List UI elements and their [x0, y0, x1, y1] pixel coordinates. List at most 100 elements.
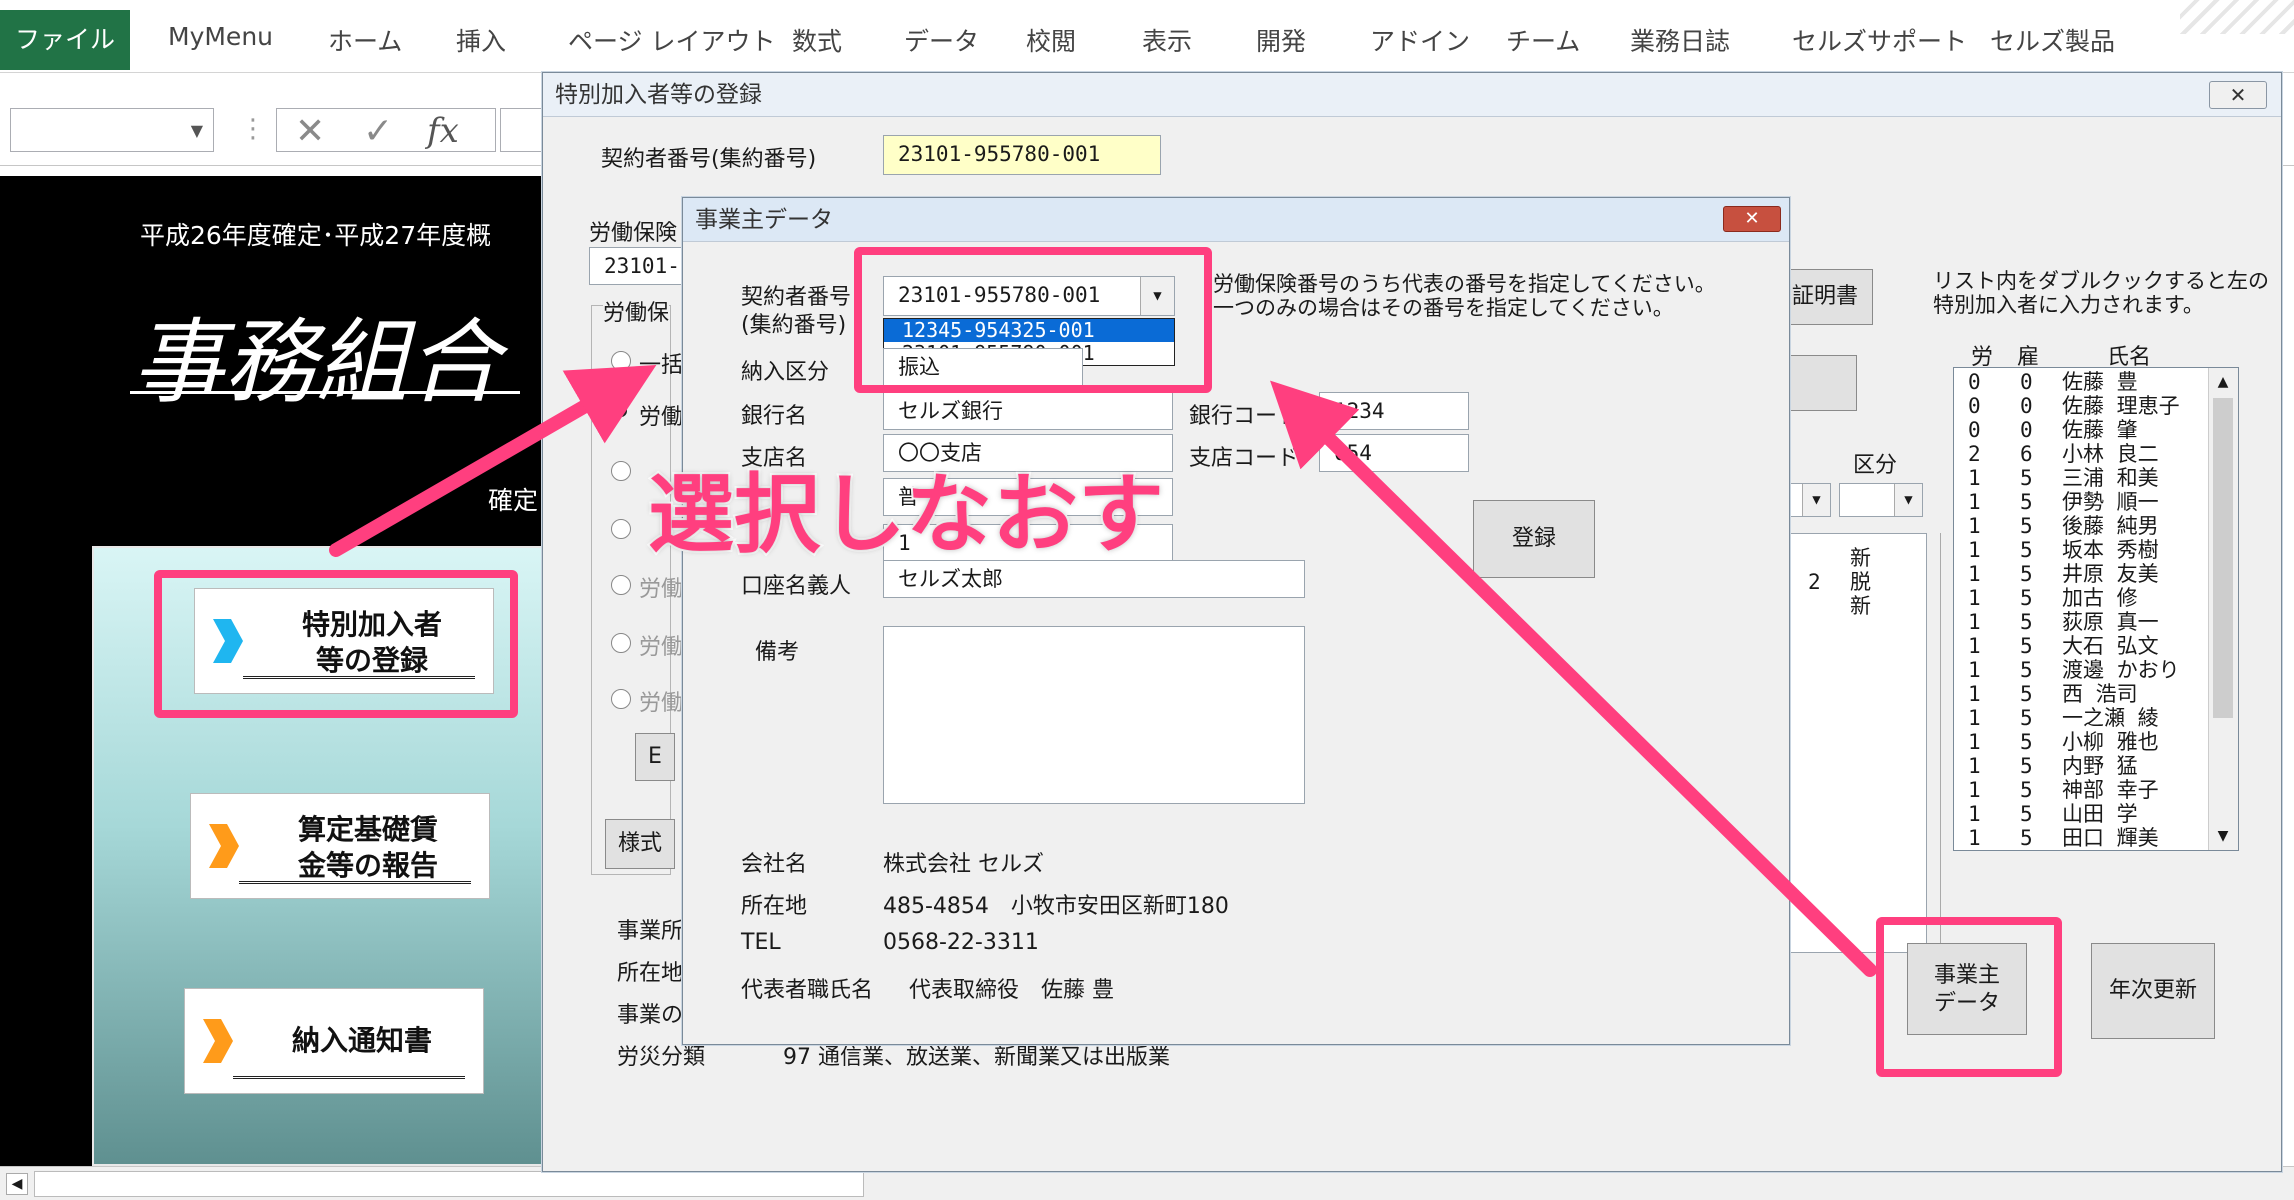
- scroll-up-icon[interactable]: ▲: [2211, 370, 2235, 394]
- member-rou[interactable]: 1: [1968, 490, 1981, 514]
- member-rou[interactable]: 1: [1968, 658, 1981, 682]
- member-koyo[interactable]: 5: [2020, 778, 2033, 802]
- member-rou[interactable]: 1: [1968, 586, 1981, 610]
- wage-report-button[interactable]: 算定基礎賃 金等の報告: [190, 793, 490, 899]
- scroll-down-icon[interactable]: ▼: [2211, 824, 2235, 848]
- annual-update-button[interactable]: 年次更新: [2091, 943, 2215, 1039]
- ribbon-tab-review[interactable]: 校閲: [1026, 22, 1076, 58]
- branch-code-field[interactable]: 654: [1319, 434, 1469, 472]
- formula-input[interactable]: [500, 108, 544, 152]
- scroll-thumb[interactable]: [2213, 398, 2233, 718]
- payment-notice-button[interactable]: 納入通知書: [184, 988, 484, 1094]
- member-koyo[interactable]: 5: [2020, 706, 2033, 730]
- member-koyo[interactable]: 5: [2020, 658, 2033, 682]
- member-rou[interactable]: 0: [1968, 418, 1981, 442]
- member-koyo[interactable]: 5: [2020, 562, 2033, 586]
- member-koyo[interactable]: 5: [2020, 730, 2033, 754]
- radio-option[interactable]: [611, 689, 631, 709]
- ribbon-tab-developer[interactable]: 開発: [1256, 22, 1306, 58]
- member-name[interactable]: 荻原 真一: [2062, 610, 2159, 634]
- member-rou[interactable]: 1: [1968, 802, 1981, 826]
- member-name[interactable]: 佐藤 理恵子: [2062, 394, 2180, 418]
- member-rou[interactable]: 2: [1968, 442, 1981, 466]
- member-koyo[interactable]: 0: [2020, 394, 2033, 418]
- ribbon-tab-formulas[interactable]: 数式: [792, 22, 842, 58]
- ribbon-tab-mymenu[interactable]: MyMenu: [168, 22, 273, 51]
- member-name[interactable]: 小柳 雅也: [2062, 730, 2159, 754]
- ribbon-tab-page-layout[interactable]: ページ レイアウト: [568, 22, 775, 58]
- cancel-icon[interactable]: ✕: [295, 111, 325, 152]
- name-box[interactable]: ▼: [10, 108, 214, 152]
- member-rou[interactable]: 1: [1968, 466, 1981, 490]
- kubun-combo-left[interactable]: ▼: [1787, 483, 1831, 517]
- ribbon-tab-business-diary[interactable]: 業務日誌: [1630, 22, 1730, 58]
- member-koyo[interactable]: 0: [2020, 370, 2033, 394]
- member-rou[interactable]: 1: [1968, 514, 1981, 538]
- member-name[interactable]: 佐藤 豊: [2062, 370, 2138, 394]
- radio-option[interactable]: [611, 633, 631, 653]
- member-name[interactable]: 一之瀬 綾: [2062, 706, 2159, 730]
- member-name[interactable]: 渡邊 かおり: [2062, 658, 2180, 682]
- radio-selected[interactable]: [615, 405, 627, 417]
- ribbon-tab-file[interactable]: ファイル: [0, 10, 130, 70]
- member-name[interactable]: 伊勢 順一: [2062, 490, 2159, 514]
- member-koyo[interactable]: 5: [2020, 490, 2033, 514]
- member-name[interactable]: 田口 輝美: [2062, 826, 2159, 848]
- contract-number-field[interactable]: 23101-955780-001: [883, 135, 1161, 175]
- member-rou[interactable]: 1: [1968, 778, 1981, 802]
- member-koyo[interactable]: 5: [2020, 610, 2033, 634]
- ribbon-tab-insert[interactable]: 挿入: [456, 22, 506, 58]
- member-rou[interactable]: 1: [1968, 730, 1981, 754]
- member-koyo[interactable]: 5: [2020, 538, 2033, 562]
- ribbon-tab-cells-support[interactable]: セルズサポート: [1792, 22, 1967, 58]
- bank-name-field[interactable]: セルズ銀行: [883, 392, 1173, 430]
- member-rou[interactable]: 1: [1968, 634, 1981, 658]
- member-name[interactable]: 坂本 秀樹: [2062, 538, 2159, 562]
- member-rou[interactable]: 1: [1968, 610, 1981, 634]
- ribbon-tab-view[interactable]: 表示: [1142, 22, 1192, 58]
- member-koyo[interactable]: 5: [2020, 634, 2033, 658]
- fx-icon[interactable]: fx: [427, 111, 459, 151]
- member-koyo[interactable]: 5: [2020, 514, 2033, 538]
- scroll-thumb[interactable]: [34, 1171, 864, 1197]
- member-list[interactable]: 0 0 佐藤 豊 0 0 佐藤 理恵子 0 0 佐藤 肇 2 6 小林 良二 1 5 三浦 和美 1 5 伊勢 順…: [1953, 367, 2239, 851]
- kubun-list[interactable]: 新 2 脱 新: [1787, 533, 1927, 953]
- member-rou[interactable]: 1: [1968, 826, 1981, 848]
- member-koyo[interactable]: 5: [2020, 682, 2033, 706]
- member-name[interactable]: 加古 修: [2062, 586, 2138, 610]
- kubun-combo[interactable]: ▼: [1839, 483, 1923, 517]
- member-rou[interactable]: 0: [1968, 394, 1981, 418]
- group-action-button[interactable]: E: [635, 733, 675, 781]
- ribbon-tab-data[interactable]: データ: [904, 22, 979, 58]
- member-name[interactable]: 佐藤 肇: [2062, 418, 2138, 442]
- notes-textarea[interactable]: [883, 626, 1305, 804]
- radio-option[interactable]: [611, 519, 631, 539]
- register-button[interactable]: 登録: [1473, 500, 1595, 578]
- member-rou[interactable]: 1: [1968, 682, 1981, 706]
- member-rou[interactable]: 1: [1968, 706, 1981, 730]
- ribbon-tab-home[interactable]: ホーム: [328, 22, 402, 58]
- member-name[interactable]: 山田 学: [2062, 802, 2138, 826]
- member-name[interactable]: 内野 猛: [2062, 754, 2138, 778]
- ribbon-tab-cells-products[interactable]: セルズ製品: [1990, 22, 2115, 58]
- scroll-left-icon[interactable]: ◀: [6, 1173, 28, 1195]
- member-rou[interactable]: 0: [1968, 370, 1981, 394]
- member-name[interactable]: 西 浩司: [2062, 682, 2138, 706]
- ribbon-tab-addins[interactable]: アドイン: [1370, 22, 1470, 58]
- member-koyo[interactable]: 5: [2020, 754, 2033, 778]
- radio-option[interactable]: [611, 575, 631, 595]
- style-button[interactable]: 様式: [605, 819, 675, 869]
- member-koyo[interactable]: 0: [2020, 418, 2033, 442]
- member-koyo[interactable]: 5: [2020, 802, 2033, 826]
- radio-option[interactable]: [611, 351, 631, 371]
- rousai-number-field[interactable]: 23101-: [589, 247, 689, 285]
- member-name[interactable]: 小林 良二: [2062, 442, 2159, 466]
- radio-option[interactable]: [611, 461, 631, 481]
- member-koyo[interactable]: 5: [2020, 586, 2033, 610]
- member-rou[interactable]: 1: [1968, 562, 1981, 586]
- member-name[interactable]: 後藤 純男: [2062, 514, 2159, 538]
- side-button[interactable]: [1787, 355, 1857, 411]
- member-name[interactable]: 井原 友美: [2062, 562, 2159, 586]
- member-name[interactable]: 神部 幸子: [2062, 778, 2159, 802]
- ribbon-tab-team[interactable]: チーム: [1506, 22, 1580, 58]
